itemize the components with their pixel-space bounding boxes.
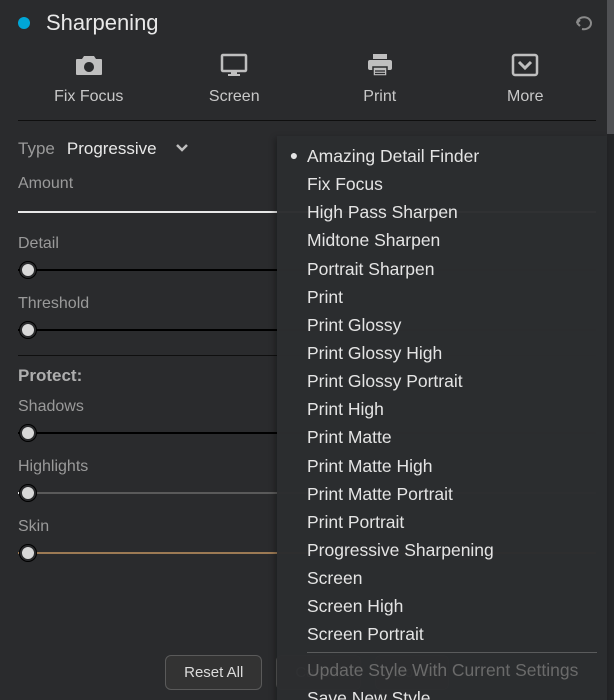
more-dropdown[interactable]: ●Amazing Detail FinderFix FocusHigh Pass… [277, 136, 607, 700]
dropdown-separator [307, 652, 597, 653]
panel-title: Sharpening [46, 10, 572, 36]
dropdown-item[interactable]: Print Glossy High [277, 339, 607, 367]
dropdown-item[interactable]: Progressive Sharpening [277, 536, 607, 564]
printer-icon [363, 52, 397, 78]
dropdown-item[interactable]: Print Glossy Portrait [277, 367, 607, 395]
dropdown-item[interactable]: ●Amazing Detail Finder [277, 142, 607, 170]
scrollbar-vertical[interactable] [607, 0, 614, 700]
tab-print[interactable]: Print [311, 52, 449, 106]
tab-label: More [507, 88, 543, 106]
type-value: Progressive [67, 139, 157, 159]
preset-tabs: Fix Focus Screen Print More [0, 44, 614, 120]
dropdown-item[interactable]: Print Portrait [277, 508, 607, 536]
dropdown-action[interactable]: Save New Style... [277, 684, 607, 700]
scrollbar-thumb[interactable] [607, 0, 614, 134]
dropdown-item[interactable]: Screen High [277, 592, 607, 620]
dropdown-item[interactable]: Fix Focus [277, 170, 607, 198]
dropdown-item[interactable]: Print Matte Portrait [277, 480, 607, 508]
dropdown-item[interactable]: Screen Portrait [277, 620, 607, 648]
active-dot-icon [18, 17, 30, 29]
tab-more[interactable]: More [457, 52, 595, 106]
tab-label: Screen [209, 88, 260, 106]
type-select[interactable]: Progressive [67, 139, 189, 159]
tab-label: Print [363, 88, 396, 106]
dropdown-item[interactable]: Midtone Sharpen [277, 226, 607, 254]
dropdown-item[interactable]: Screen [277, 564, 607, 592]
panel-header: Sharpening [0, 0, 614, 44]
dropdown-item[interactable]: Print Matte High [277, 452, 607, 480]
monitor-icon [217, 52, 251, 78]
chevron-down-icon [175, 140, 189, 158]
type-label: Type [18, 139, 55, 159]
dropdown-action: Update Style With Current Settings [277, 656, 607, 684]
dropdown-item[interactable]: Print [277, 283, 607, 311]
tab-label: Fix Focus [54, 88, 123, 106]
tab-screen[interactable]: Screen [166, 52, 304, 106]
dropdown-item[interactable]: Print Glossy [277, 311, 607, 339]
dropdown-item[interactable]: Portrait Sharpen [277, 255, 607, 283]
undo-button[interactable] [572, 11, 596, 35]
chevron-down-box-icon [508, 52, 542, 78]
tab-fix-focus[interactable]: Fix Focus [20, 52, 158, 106]
dropdown-item[interactable]: Print High [277, 395, 607, 423]
camera-icon [72, 52, 106, 78]
dropdown-item[interactable]: High Pass Sharpen [277, 198, 607, 226]
reset-button[interactable]: Reset All [165, 655, 262, 690]
dropdown-item[interactable]: Print Matte [277, 423, 607, 451]
